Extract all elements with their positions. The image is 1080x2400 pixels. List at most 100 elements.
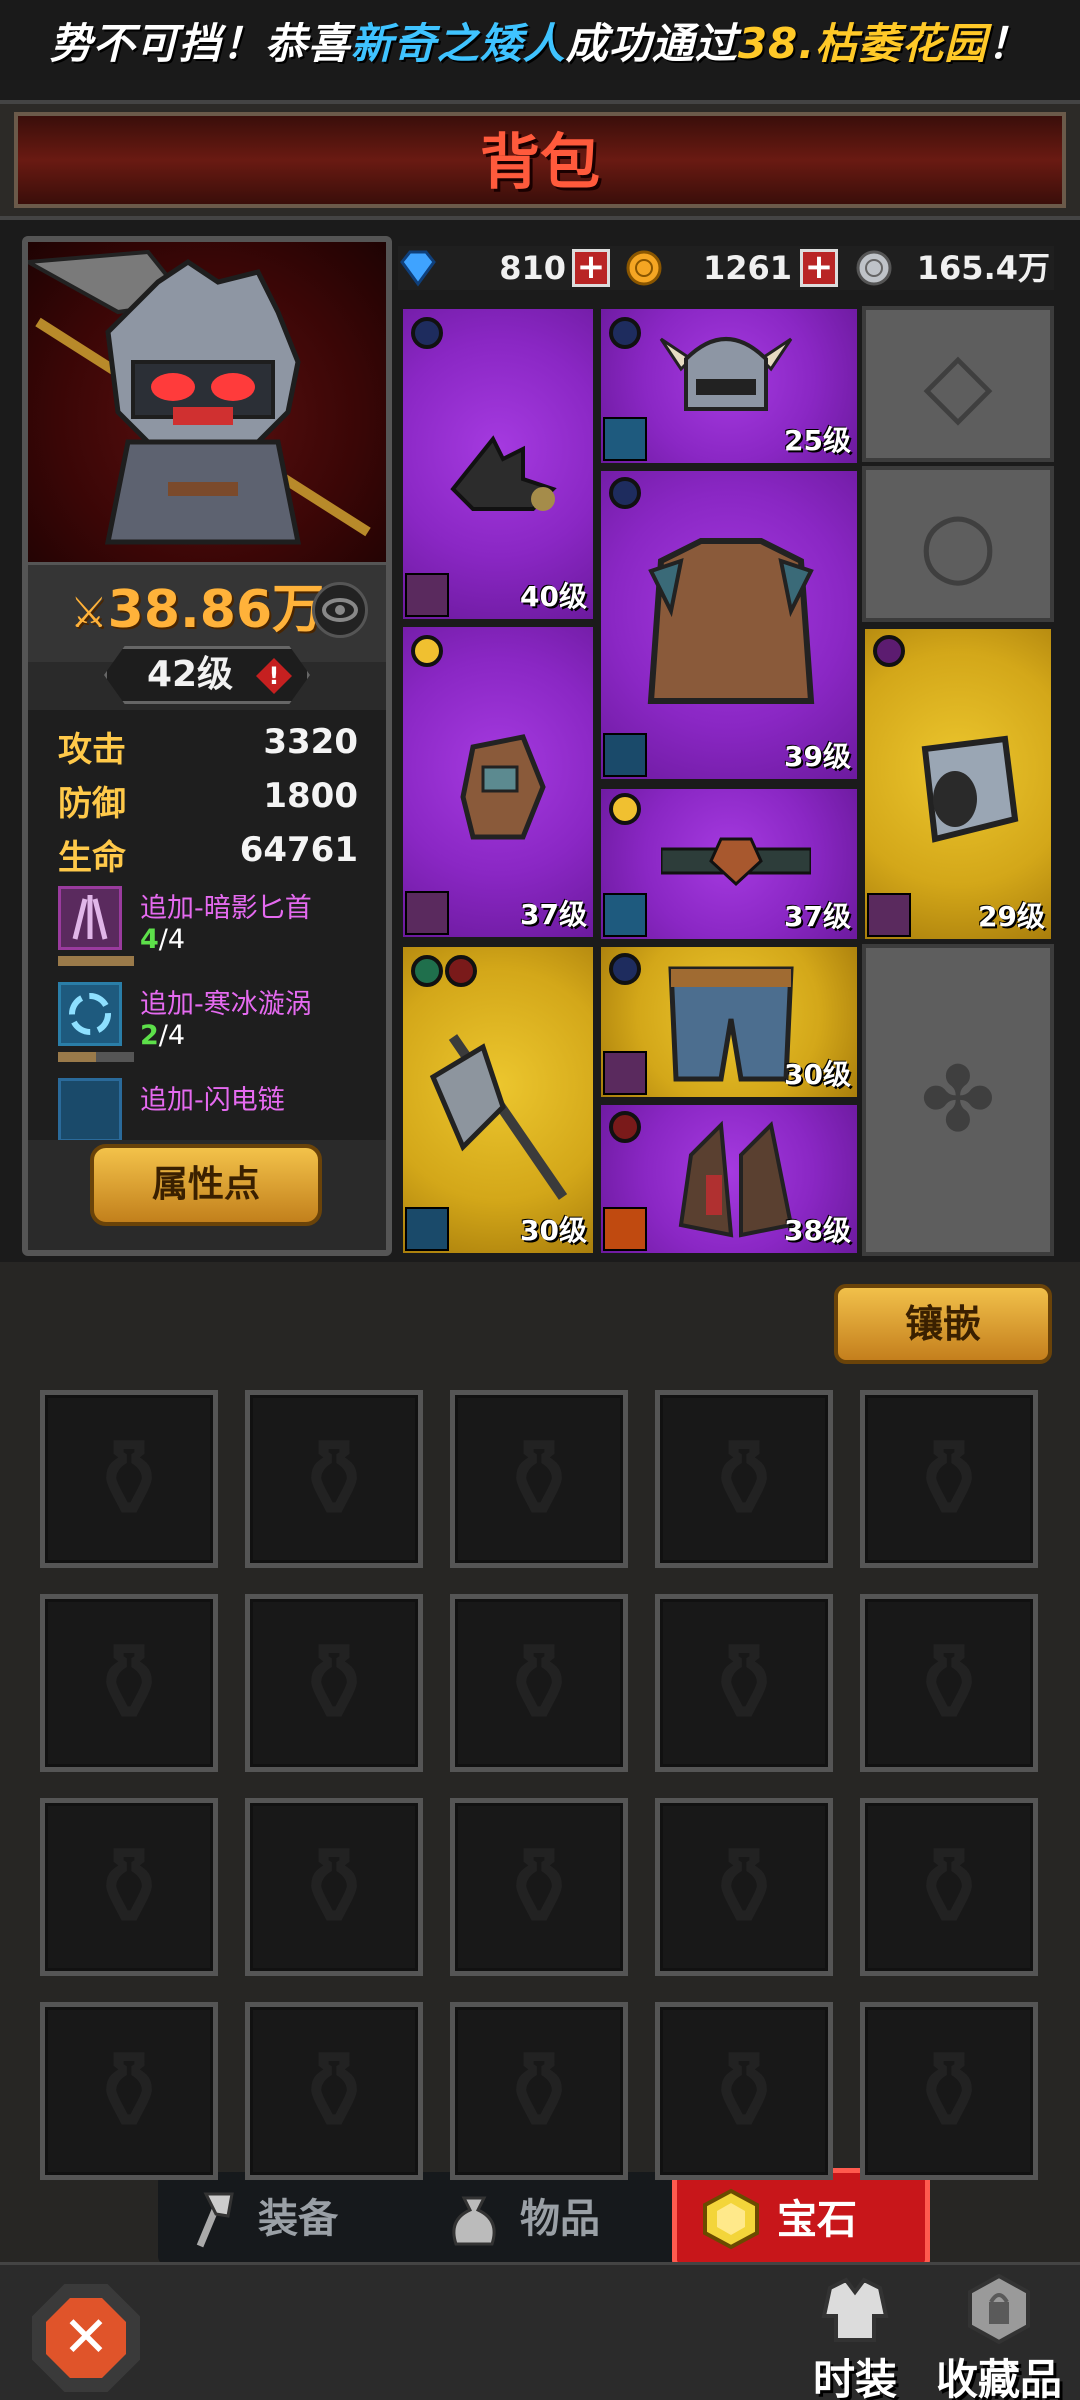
- stats-area: 攻击 3320 防御 1800 生命 64761 追加-暗影匕首 4/4 追加-…: [28, 710, 386, 1140]
- pants-icon: [668, 966, 794, 1082]
- equip-slot-claw[interactable]: 40级: [400, 306, 596, 622]
- empty-bag-icon: ⚱: [902, 1619, 996, 1747]
- armor-icon: [647, 538, 815, 704]
- gem-socket-icon: [411, 955, 443, 987]
- inventory-slot[interactable]: ⚱: [860, 1390, 1038, 1568]
- set-bonus-item[interactable]: 追加-闪电链: [58, 1078, 378, 1140]
- claw-icon: [450, 435, 557, 511]
- boots-icon: [678, 1120, 794, 1238]
- set-bonus-item[interactable]: 追加-寒冰漩涡 2/4: [58, 982, 378, 1078]
- tab-equipment[interactable]: 装备: [158, 2172, 408, 2266]
- inventory-slot[interactable]: ⚱: [860, 1798, 1038, 1976]
- inventory-slot[interactable]: ⚱: [40, 1798, 218, 1976]
- set-bonus-item[interactable]: 追加-暗影匕首 4/4: [58, 886, 378, 982]
- tab-items[interactable]: 物品: [420, 2172, 670, 2266]
- inventory-slot[interactable]: ⚱: [245, 1594, 423, 1772]
- ice-vortex-icon: [603, 417, 647, 461]
- empty-bag-icon: ⚱: [697, 1415, 791, 1543]
- inlay-button[interactable]: 镶嵌: [834, 1284, 1052, 1364]
- glove-icon: [460, 734, 546, 840]
- gem-icon: [699, 2187, 763, 2251]
- set-progress-bar: [58, 1052, 134, 1062]
- silver-count: 165.4万: [916, 249, 1050, 287]
- empty-bag-icon: ⚱: [697, 1823, 791, 1951]
- helmet-icon: [659, 337, 793, 411]
- empty-bag-icon: ⚱: [82, 1823, 176, 1951]
- empty-bag-icon: ⚱: [82, 2027, 176, 2155]
- necklace-icon: ◇: [923, 331, 993, 437]
- gem-socket-icon: [873, 635, 905, 667]
- empty-bag-icon: ⚱: [902, 1415, 996, 1543]
- fireball-icon: [603, 1207, 647, 1251]
- inventory-slot[interactable]: ⚱: [860, 2002, 1038, 2180]
- shadow-dagger-icon: [58, 886, 122, 950]
- inventory-slot[interactable]: ⚱: [40, 2002, 218, 2180]
- inventory-slot[interactable]: ⚱: [655, 1594, 833, 1772]
- gem-socket-icon: [609, 793, 641, 825]
- equip-slot-helmet[interactable]: 25级: [598, 306, 860, 466]
- empty-bag-icon: ⚱: [697, 2027, 791, 2155]
- banner-suffix: ！: [987, 18, 1031, 68]
- inventory-slot[interactable]: ⚱: [40, 1594, 218, 1772]
- shadow-dagger-icon: [405, 573, 449, 617]
- inventory-slot[interactable]: ⚱: [245, 2002, 423, 2180]
- equip-slot-boots[interactable]: 38级: [598, 1102, 860, 1256]
- inventory-slot[interactable]: ⚱: [655, 1798, 833, 1976]
- inventory-slot[interactable]: ⚱: [245, 1798, 423, 1976]
- gem-socket-icon: [609, 317, 641, 349]
- equip-slot-armor[interactable]: 39级: [598, 468, 860, 782]
- costume-button[interactable]: 时装: [790, 2272, 920, 2400]
- gold-coin-icon: [624, 248, 664, 288]
- equip-slot-pants[interactable]: 30级: [598, 944, 860, 1100]
- inventory-slot[interactable]: ⚱: [450, 1390, 628, 1568]
- gem-socket-icon: [445, 955, 477, 987]
- inventory-slot[interactable]: ⚱: [860, 1594, 1038, 1772]
- empty-bag-icon: ⚱: [287, 1823, 381, 1951]
- combat-power: ⚔38.86万: [70, 580, 325, 640]
- shadow-dagger-icon: [867, 893, 911, 937]
- inventory-slot[interactable]: ⚱: [450, 2002, 628, 2180]
- tab-gems[interactable]: 宝石: [672, 2168, 930, 2268]
- equip-slot-belt[interactable]: 37级: [598, 786, 860, 942]
- attribute-points-button[interactable]: 属性点: [90, 1144, 322, 1226]
- inventory-slot[interactable]: ⚱: [245, 1390, 423, 1568]
- empty-slot-ring[interactable]: ○: [862, 466, 1054, 622]
- lightning-chain-icon: [58, 1078, 122, 1140]
- banner-player: 新奇之矮人: [350, 18, 566, 68]
- close-icon[interactable]: ✕: [46, 2298, 126, 2378]
- gem-socket-icon: [411, 635, 443, 667]
- hero-portrait[interactable]: [28, 242, 386, 562]
- empty-bag-icon: ⚱: [82, 1619, 176, 1747]
- axe-icon: [180, 2186, 244, 2250]
- add-diamond-button[interactable]: +: [572, 249, 610, 287]
- bag-icon: [442, 2186, 506, 2250]
- add-gold-button[interactable]: +: [800, 249, 838, 287]
- equip-slot-glove[interactable]: 37级: [400, 624, 596, 940]
- stat-attack: 攻击 3320: [58, 722, 358, 770]
- empty-bag-icon: ⚱: [492, 1619, 586, 1747]
- equip-slot-weapon[interactable]: 30级: [400, 944, 596, 1256]
- stat-health: 生命 64761: [58, 830, 358, 878]
- stat-defense: 防御 1800: [58, 776, 358, 824]
- empty-bag-icon: ⚱: [287, 1415, 381, 1543]
- inventory-slot[interactable]: ⚱: [450, 1798, 628, 1976]
- silver-coin-icon: [854, 248, 894, 288]
- inventory-slot[interactable]: ⚱: [450, 1594, 628, 1772]
- inventory-slot[interactable]: ⚱: [655, 1390, 833, 1568]
- empty-bag-icon: ⚱: [492, 1823, 586, 1951]
- inventory-slot[interactable]: ⚱: [40, 1390, 218, 1568]
- collection-icon: [962, 2272, 1036, 2346]
- banner-middle: 成功通过: [565, 18, 738, 68]
- collection-button[interactable]: 收藏品: [934, 2272, 1064, 2400]
- banner-stage: 38.枯萎花园: [737, 18, 988, 68]
- eye-icon[interactable]: [312, 582, 368, 638]
- axe-icon: [429, 1034, 568, 1200]
- equip-slot-bracer[interactable]: 29级: [862, 626, 1054, 942]
- empty-bag-icon: ⚱: [492, 1415, 586, 1543]
- empty-slot-necklace[interactable]: ◇: [862, 306, 1054, 462]
- empty-slot-accessory[interactable]: ✤: [862, 944, 1054, 1256]
- announcement-banner: 势不可挡！恭喜 新奇之矮人 成功通过 38.枯萎花园 ！: [0, 0, 1080, 80]
- rune-icon: ✤: [920, 1047, 996, 1153]
- shadow-dagger-icon: [603, 1051, 647, 1095]
- inventory-slot[interactable]: ⚱: [655, 2002, 833, 2180]
